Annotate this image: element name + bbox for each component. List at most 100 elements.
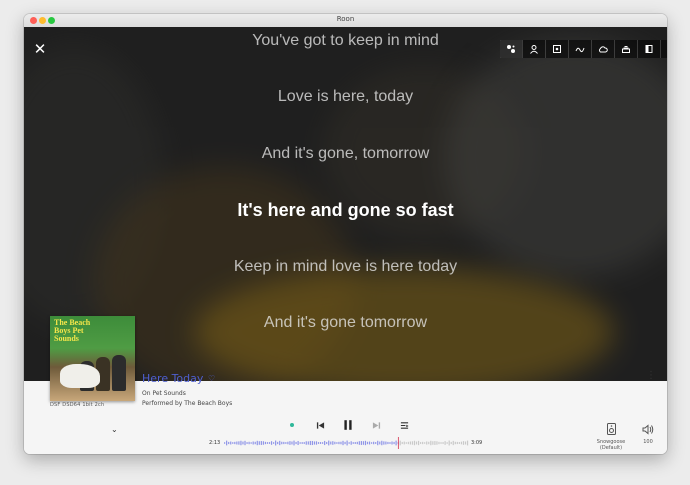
waveform-bar [297,440,299,446]
waveform-bar [371,442,373,444]
previous-button[interactable] [314,419,326,431]
radio-dot-icon [290,423,294,427]
waveform-bar [413,440,416,446]
waveform-bar [248,441,250,445]
waveform-bar [236,441,238,445]
waveform-bar [291,441,293,445]
zone-selector[interactable]: Snowgoose (Default) [593,420,629,451]
album-button[interactable] [545,40,568,58]
album-link[interactable]: Pet Sounds [152,390,185,397]
waveform-bar [411,441,414,445]
waveform-bar [430,440,432,446]
waveform-bar [409,441,411,445]
waveform-bar [273,442,275,444]
album-art[interactable]: The Beach Boys Pet Sounds [50,316,135,401]
artist-button[interactable] [522,40,545,58]
waveform-seekbar[interactable] [224,437,469,449]
waveform-bar [454,441,456,445]
waveform-bar [364,440,367,446]
waveform-bar [417,440,420,446]
album-icon [553,45,561,53]
artist-link[interactable]: The Beach Boys [184,400,232,407]
waveform-bar [444,441,446,445]
waveform-bar [358,441,360,445]
waveform-bar [366,441,369,445]
waveform-bar [244,440,246,446]
waveform-bar [330,441,332,445]
waveform-bar [405,442,407,444]
waveform-bar [252,441,254,445]
waveform-bar [440,442,442,444]
lyrics-icon [575,47,585,53]
track-title[interactable]: Here Today [142,372,203,385]
on-label: On [142,390,151,397]
waveform-bar [426,441,428,445]
pause-icon [344,420,352,430]
book-button[interactable] [637,40,660,58]
waveform-bar [466,440,469,446]
waveform-bar [315,441,318,445]
cloud-icon [598,46,608,53]
waveform-bar [340,441,342,445]
waveform-bar [338,441,340,445]
close-lyrics-button[interactable]: ✕ [33,42,47,57]
waveform-bar [373,441,375,445]
queue-icon [400,421,409,429]
chevron-down-icon[interactable]: ⌄ [111,425,118,434]
waveform-bar [387,441,389,445]
album-line: On Pet Sounds [142,390,186,397]
waveform-bar [313,441,316,445]
settings-button[interactable] [660,40,667,58]
more-options-icon[interactable]: ⋮ [646,371,656,381]
waveform-bar [324,440,326,446]
previous-icon [316,421,324,429]
cloud-button[interactable] [591,40,614,58]
waveform-bar [238,441,240,445]
zone-sub: (Default) [599,445,623,451]
heart-icon[interactable]: ♡ [208,374,215,383]
waveform-bar [317,442,320,444]
waveform-bar [354,442,356,444]
lyric-line: Love is here, today [277,88,414,105]
waveform-bar [279,440,281,446]
waveform-bar [391,441,393,445]
visualizer-button[interactable] [500,40,522,58]
waveform-bar [305,441,307,445]
waveform-bar [424,442,426,444]
lyric-line-current: It's here and gone so fast [237,200,454,220]
radio-toggle[interactable] [286,419,298,431]
waveform-bar [446,442,448,444]
waveform-bar [383,441,385,445]
waveform-bar [393,441,395,445]
waveform-bar [362,441,365,445]
waveform-bar [311,440,313,446]
stack-button[interactable] [614,40,637,58]
queue-button[interactable] [398,419,410,431]
waveform-bar [275,440,277,446]
waveform-bar [360,441,362,445]
waveform-bar [268,442,271,444]
playhead [397,437,399,449]
waveform-bar [395,440,397,446]
waveform-bar [307,441,309,445]
waveform-bar [258,441,260,445]
lyric-line: Keep in mind love is here today [233,258,458,275]
waveform-bar [452,440,454,446]
waveform-bar [254,441,256,445]
waveform-bar [240,440,242,446]
title-bar: Roon [24,14,667,28]
volume-control[interactable]: 100 [638,420,658,445]
waveform-bar [281,441,283,445]
next-button[interactable] [370,419,382,431]
waveform-bar [266,442,269,444]
pause-button[interactable] [342,419,354,431]
waveform-bar [448,440,450,446]
transport-controls [286,418,410,432]
window-title: Roon [336,15,355,23]
book-icon [645,45,653,53]
waveform-bar [246,442,248,444]
waveform-bar [458,442,460,444]
waveform-bar [381,440,383,446]
waveform-bar [283,441,285,445]
lyrics-button[interactable] [568,40,591,58]
